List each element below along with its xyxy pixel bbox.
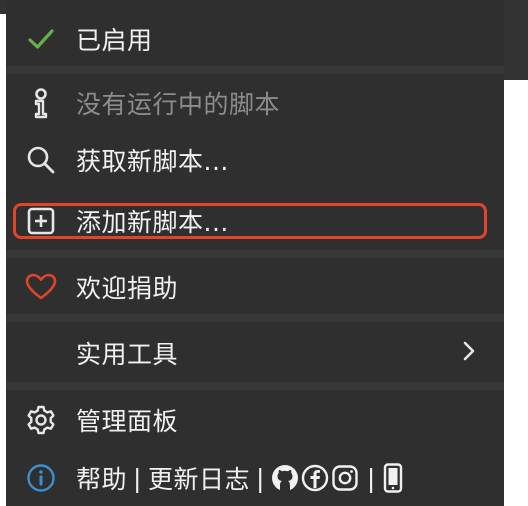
instagram-icon[interactable] bbox=[331, 464, 359, 492]
check-icon bbox=[24, 22, 58, 56]
footer-separator: | bbox=[366, 463, 376, 493]
menu-item-enabled[interactable]: 已启用 bbox=[6, 18, 504, 60]
mobile-icon[interactable] bbox=[382, 463, 404, 493]
help-link[interactable]: 帮助 bbox=[76, 460, 127, 496]
extension-popup-menu: 已启用 没有运行中的脚本 获取新脚本... 添加新脚本... 欢迎捐助 实用工具… bbox=[6, 0, 504, 506]
footer-links: 帮助 | 更新日志 | | bbox=[76, 460, 406, 496]
menu-separator bbox=[6, 250, 504, 258]
info-i-icon bbox=[24, 86, 58, 120]
menu-item-enabled-label: 已启用 bbox=[76, 26, 153, 55]
menu-item-donate[interactable]: 欢迎捐助 bbox=[6, 266, 504, 308]
background-page-right bbox=[504, 0, 528, 80]
menu-separator bbox=[6, 382, 504, 390]
menu-item-utilities[interactable]: 实用工具 bbox=[6, 332, 504, 374]
gear-icon bbox=[24, 403, 58, 437]
highlight-annotation bbox=[13, 203, 487, 239]
footer-separator: | bbox=[133, 463, 142, 493]
footer-separator: | bbox=[255, 463, 265, 493]
menu-separator bbox=[6, 66, 504, 74]
menu-item-no-running-scripts-label: 没有运行中的脚本 bbox=[76, 90, 281, 119]
menu-item-no-running-scripts: 没有运行中的脚本 bbox=[6, 82, 504, 124]
changelog-link[interactable]: 更新日志 bbox=[148, 460, 250, 496]
menu-item-dashboard[interactable]: 管理面板 bbox=[6, 399, 504, 441]
menu-item-utilities-label: 实用工具 bbox=[76, 340, 179, 369]
github-icon[interactable] bbox=[271, 464, 299, 492]
menu-item-donate-label: 欢迎捐助 bbox=[76, 274, 179, 303]
menu-item-get-new-scripts[interactable]: 获取新脚本... bbox=[6, 139, 504, 181]
menu-item-dashboard-label: 管理面板 bbox=[76, 407, 179, 436]
menu-separator bbox=[6, 314, 504, 322]
info-circle-icon bbox=[24, 461, 58, 495]
chevron-right-icon bbox=[462, 340, 476, 366]
search-icon bbox=[24, 143, 58, 177]
heart-icon bbox=[24, 270, 58, 304]
facebook-icon[interactable] bbox=[301, 464, 329, 492]
menu-footer: 帮助 | 更新日志 | | bbox=[6, 457, 504, 499]
menu-item-get-new-scripts-label: 获取新脚本... bbox=[76, 147, 229, 176]
